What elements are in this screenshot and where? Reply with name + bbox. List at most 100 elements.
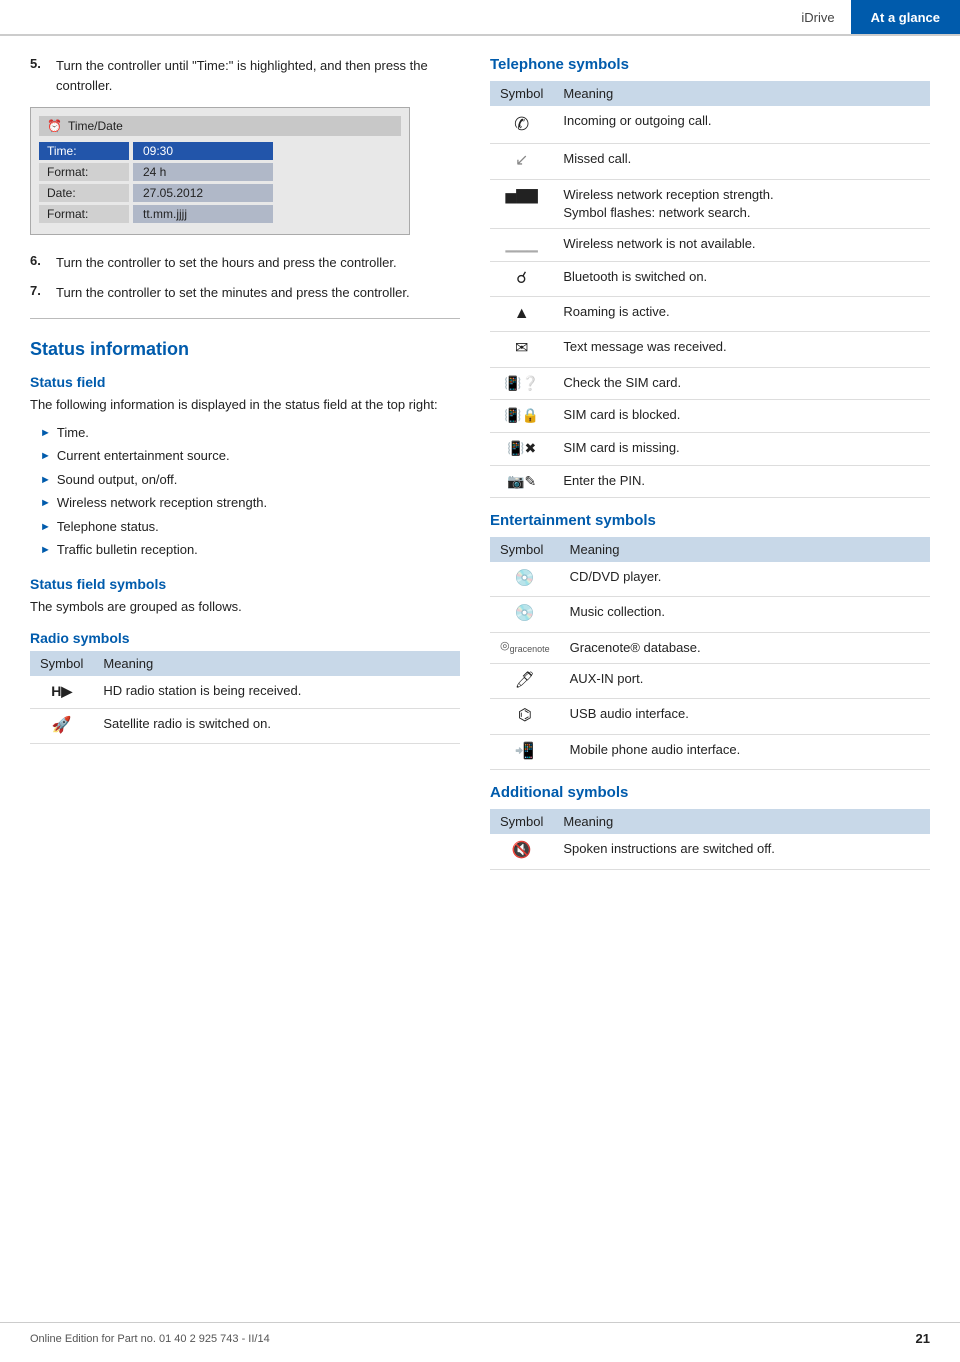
ent-row-aux: 🖊 AUX-IN port.: [490, 664, 930, 699]
entertainment-symbol-table: Symbol Meaning 💿 CD/DVD player. 💿 Music …: [490, 537, 930, 770]
step-6: 6. Turn the controller to set the hours …: [30, 253, 460, 273]
tel-symbol-check-sim: 📳❔: [490, 367, 553, 400]
ent-table-header: Symbol Meaning: [490, 537, 930, 562]
left-column: 5. Turn the controller until "Time:" is …: [30, 56, 490, 884]
tel-meaning-no-signal: Wireless network is not available.: [553, 228, 930, 261]
add-symbol-mute: 🔇: [490, 834, 553, 869]
screenshot-row-date: Date: 27.05.2012: [39, 184, 401, 202]
tel-symbol-roaming: ▲: [490, 296, 553, 331]
tel-meaning-sim-missing: SIM card is missing.: [553, 432, 930, 465]
tel-row-missed: ↙ Missed call.: [490, 144, 930, 179]
tel-symbol-signal: ▅▇▇: [490, 179, 553, 228]
bullet-arrow-icon: ►: [40, 472, 51, 489]
tel-meaning-sms: Text message was received.: [553, 332, 930, 367]
tel-row-sms: ✉ Text message was received.: [490, 332, 930, 367]
screenshot-label-time: Time:: [39, 142, 129, 160]
footer-page-number: 21: [916, 1331, 930, 1346]
tel-symbol-sim-missing: 📳✖: [490, 432, 553, 465]
step-6-text: Turn the controller to set the hours and…: [56, 253, 397, 273]
screenshot-title-bar: ⏰ Time/Date: [39, 116, 401, 136]
ent-col1-header: Symbol: [490, 537, 560, 562]
status-field-subheading: Status field: [30, 374, 460, 390]
tel-symbol-bluetooth: ☌: [490, 261, 553, 296]
bullet-arrow-icon: ►: [40, 448, 51, 465]
radio-symbol-table: Symbol Meaning H▶ HD radio station is be…: [30, 651, 460, 744]
ent-symbol-gracenote: ◎gracenote: [490, 632, 560, 663]
radio-symbols-heading: Radio symbols: [30, 630, 460, 646]
radio-meaning-hd: HD radio station is being received.: [93, 676, 460, 708]
add-meaning-mute: Spoken instructions are switched off.: [553, 834, 930, 869]
tel-symbol-call: ✆: [490, 106, 553, 144]
bullet-arrow-icon: ►: [40, 495, 51, 512]
step-7-text: Turn the controller to set the minutes a…: [56, 283, 410, 303]
ent-meaning-cd: CD/DVD player.: [560, 562, 930, 597]
status-information-heading: Status information: [30, 339, 460, 360]
tel-row-sim-missing: 📳✖ SIM card is missing.: [490, 432, 930, 465]
bullet-time: ►Time.: [40, 421, 460, 445]
tel-table-header: Symbol Meaning: [490, 81, 930, 106]
screenshot-row-format2: Format: tt.mm.jjjj: [39, 205, 401, 223]
right-column: Telephone symbols Symbol Meaning ✆ Incom…: [490, 56, 930, 884]
ent-symbol-usb: ⌬: [490, 699, 560, 734]
time-date-screenshot: ⏰ Time/Date Time: 09:30 Format: 24 h Dat…: [30, 107, 410, 235]
page-header: iDrive At a glance: [0, 0, 960, 36]
screenshot-value-date: 27.05.2012: [133, 184, 273, 202]
screenshot-clock-icon: ⏰: [47, 119, 62, 133]
ent-symbol-mobile: 📲: [490, 734, 560, 769]
bullet-telephone: ►Telephone status.: [40, 515, 460, 539]
tel-row-check-sim: 📳❔ Check the SIM card.: [490, 367, 930, 400]
bullet-traffic: ►Traffic bulletin reception.: [40, 538, 460, 562]
tel-meaning-pin: Enter the PIN.: [553, 465, 930, 498]
ent-row-usb: ⌬ USB audio interface.: [490, 699, 930, 734]
ent-row-gracenote: ◎gracenote Gracenote® database.: [490, 632, 930, 663]
step-6-number: 6.: [30, 253, 48, 273]
additional-symbol-table: Symbol Meaning 🔇 Spoken instructions are…: [490, 809, 930, 869]
add-col1-header: Symbol: [490, 809, 553, 834]
tel-meaning-signal: Wireless network reception strength.Symb…: [553, 179, 930, 228]
screenshot-label-format1: Format:: [39, 163, 129, 181]
tel-row-roaming: ▲ Roaming is active.: [490, 296, 930, 331]
additional-symbols-heading: Additional symbols: [490, 784, 930, 801]
radio-col2-header: Meaning: [93, 651, 460, 676]
ent-symbol-aux: 🖊: [490, 664, 560, 699]
tel-meaning-bluetooth: Bluetooth is switched on.: [553, 261, 930, 296]
bullet-entertainment-text: Current entertainment source.: [57, 446, 230, 466]
tel-meaning-check-sim: Check the SIM card.: [553, 367, 930, 400]
tel-row-call: ✆ Incoming or outgoing call.: [490, 106, 930, 144]
screenshot-row-format1: Format: 24 h: [39, 163, 401, 181]
ent-row-cd: 💿 CD/DVD player.: [490, 562, 930, 597]
bullet-traffic-text: Traffic bulletin reception.: [57, 540, 198, 560]
entertainment-symbols-heading: Entertainment symbols: [490, 512, 930, 529]
bullet-sound-text: Sound output, on/off.: [57, 470, 177, 490]
header-at-a-glance-label: At a glance: [851, 0, 960, 34]
main-content: 5. Turn the controller until "Time:" is …: [0, 36, 960, 904]
screenshot-title: Time/Date: [68, 119, 123, 133]
symbols-desc-text: The symbols are grouped as follows.: [30, 597, 460, 617]
tel-row-no-signal: ▁▁▁ Wireless network is not available.: [490, 228, 930, 261]
status-field-symbols-subheading: Status field symbols: [30, 576, 460, 592]
ent-meaning-mobile: Mobile phone audio interface.: [560, 734, 930, 769]
footer-text: Online Edition for Part no. 01 40 2 925 …: [30, 1333, 270, 1345]
radio-table-header-row: Symbol Meaning: [30, 651, 460, 676]
ent-row-music: 💿 Music collection.: [490, 597, 930, 632]
bullet-time-text: Time.: [57, 423, 89, 443]
step-7: 7. Turn the controller to set the minute…: [30, 283, 460, 303]
step-5: 5. Turn the controller until "Time:" is …: [30, 56, 460, 95]
header-idrive-label: iDrive: [785, 0, 850, 34]
ent-meaning-aux: AUX-IN port.: [560, 664, 930, 699]
bullet-wireless: ►Wireless network reception strength.: [40, 491, 460, 515]
step-5-number: 5.: [30, 56, 48, 95]
tel-symbol-pin: 📷✎: [490, 465, 553, 498]
add-row-mute: 🔇 Spoken instructions are switched off.: [490, 834, 930, 869]
telephone-symbols-heading: Telephone symbols: [490, 56, 930, 73]
tel-row-bluetooth: ☌ Bluetooth is switched on.: [490, 261, 930, 296]
screenshot-label-format2: Format:: [39, 205, 129, 223]
tel-meaning-sim-blocked: SIM card is blocked.: [553, 400, 930, 433]
tel-symbol-sms: ✉: [490, 332, 553, 367]
step-7-number: 7.: [30, 283, 48, 303]
tel-meaning-roaming: Roaming is active.: [553, 296, 930, 331]
tel-row-signal: ▅▇▇ Wireless network reception strength.…: [490, 179, 930, 228]
bullet-arrow-icon: ►: [40, 519, 51, 536]
tel-col2-header: Meaning: [553, 81, 930, 106]
page-footer: Online Edition for Part no. 01 40 2 925 …: [0, 1322, 960, 1346]
